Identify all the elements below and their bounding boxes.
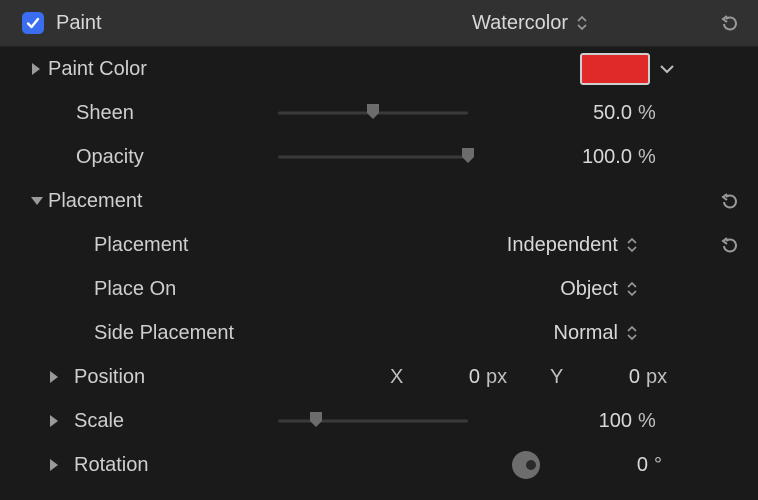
rotation-value[interactable]: 0 (598, 454, 648, 477)
sheen-label: Sheen (48, 102, 276, 125)
slider-thumb-icon (458, 145, 478, 165)
position-y-value[interactable]: 0 (584, 366, 640, 389)
position-label: Position (66, 366, 274, 389)
position-y-unit: px (646, 366, 678, 389)
rotation-unit: ° (648, 454, 678, 477)
updown-arrows-icon (626, 237, 638, 253)
updown-arrows-icon (626, 281, 638, 297)
rotation-dial[interactable] (512, 451, 540, 479)
scale-value[interactable]: 100 (552, 410, 632, 433)
paint-color-row: Paint Color (0, 47, 758, 91)
paint-color-label: Paint Color (48, 58, 248, 81)
side-placement-value: Normal (554, 322, 618, 345)
position-y-axis-label: Y (550, 366, 578, 389)
paint-color-swatch[interactable] (580, 53, 650, 85)
sheen-slider-thumb[interactable] (363, 101, 383, 121)
side-placement-label: Side Placement (48, 322, 294, 345)
triangle-down-icon (30, 195, 44, 207)
chevron-down-icon (659, 63, 675, 75)
placement-disclosure[interactable] (30, 195, 48, 207)
updown-arrows-icon (576, 15, 588, 31)
placement-value: Independent (507, 234, 618, 257)
paint-color-disclosure[interactable] (30, 62, 48, 76)
undo-icon (718, 12, 740, 34)
placement-group-reset-button[interactable] (718, 190, 740, 212)
scale-slider[interactable] (278, 409, 468, 433)
placement-select[interactable]: Independent (507, 234, 638, 257)
sheen-row: Sheen 50.0 % (0, 91, 758, 135)
paint-header-row: Paint Watercolor (0, 0, 758, 47)
slider-thumb-icon (363, 101, 383, 121)
updown-arrows-icon (626, 325, 638, 341)
triangle-right-icon (48, 458, 60, 472)
paint-inspector-panel: Paint Watercolor Paint Color (0, 0, 758, 487)
triangle-right-icon (48, 414, 60, 428)
sheen-unit: % (632, 102, 678, 125)
rotation-label: Rotation (66, 454, 274, 477)
triangle-right-icon (48, 370, 60, 384)
place-on-select[interactable]: Object (560, 278, 638, 301)
position-disclosure[interactable] (48, 370, 66, 384)
paint-preset-value: Watercolor (472, 12, 568, 35)
scale-slider-thumb[interactable] (306, 409, 326, 429)
placement-group-label: Placement (48, 190, 248, 213)
opacity-slider-thumb[interactable] (458, 145, 478, 165)
scale-label: Scale (66, 410, 204, 433)
position-x-value[interactable]: 0 (424, 366, 480, 389)
scale-disclosure[interactable] (48, 414, 66, 428)
scale-row: Scale 100 % (0, 399, 758, 443)
rotation-row: Rotation 0 ° (0, 443, 758, 487)
opacity-label: Opacity (48, 146, 276, 169)
sheen-value[interactable]: 50.0 (552, 102, 632, 125)
header-reset-button[interactable] (718, 12, 740, 34)
paint-title: Paint (56, 12, 102, 35)
position-x-axis-label: X (390, 366, 418, 389)
triangle-right-icon (30, 62, 42, 76)
placement-label: Placement (48, 234, 294, 257)
side-placement-row: Side Placement Normal (0, 311, 758, 355)
undo-icon (718, 234, 740, 256)
placement-row: Placement Independent (0, 223, 758, 267)
place-on-row: Place On Object (0, 267, 758, 311)
position-x-unit: px (486, 366, 518, 389)
place-on-label: Place On (48, 278, 294, 301)
placement-reset-button[interactable] (718, 234, 740, 256)
rotation-disclosure[interactable] (48, 458, 66, 472)
sheen-slider[interactable] (278, 101, 468, 125)
slider-thumb-icon (306, 409, 326, 429)
opacity-unit: % (632, 146, 678, 169)
paint-preset-select[interactable]: Watercolor (472, 12, 588, 35)
opacity-value[interactable]: 100.0 (552, 146, 632, 169)
undo-icon (718, 190, 740, 212)
position-xy: X 0 px Y 0 px (390, 366, 678, 389)
placement-group-row: Placement (0, 179, 758, 223)
scale-unit: % (632, 410, 678, 433)
paint-enable-checkbox[interactable] (22, 12, 44, 34)
paint-color-expand-button[interactable] (656, 58, 678, 80)
place-on-value: Object (560, 278, 618, 301)
position-row: Position X 0 px Y 0 px (0, 355, 758, 399)
opacity-slider[interactable] (278, 145, 468, 169)
checkmark-icon (25, 15, 41, 31)
opacity-row: Opacity 100.0 % (0, 135, 758, 179)
side-placement-select[interactable]: Normal (554, 322, 638, 345)
